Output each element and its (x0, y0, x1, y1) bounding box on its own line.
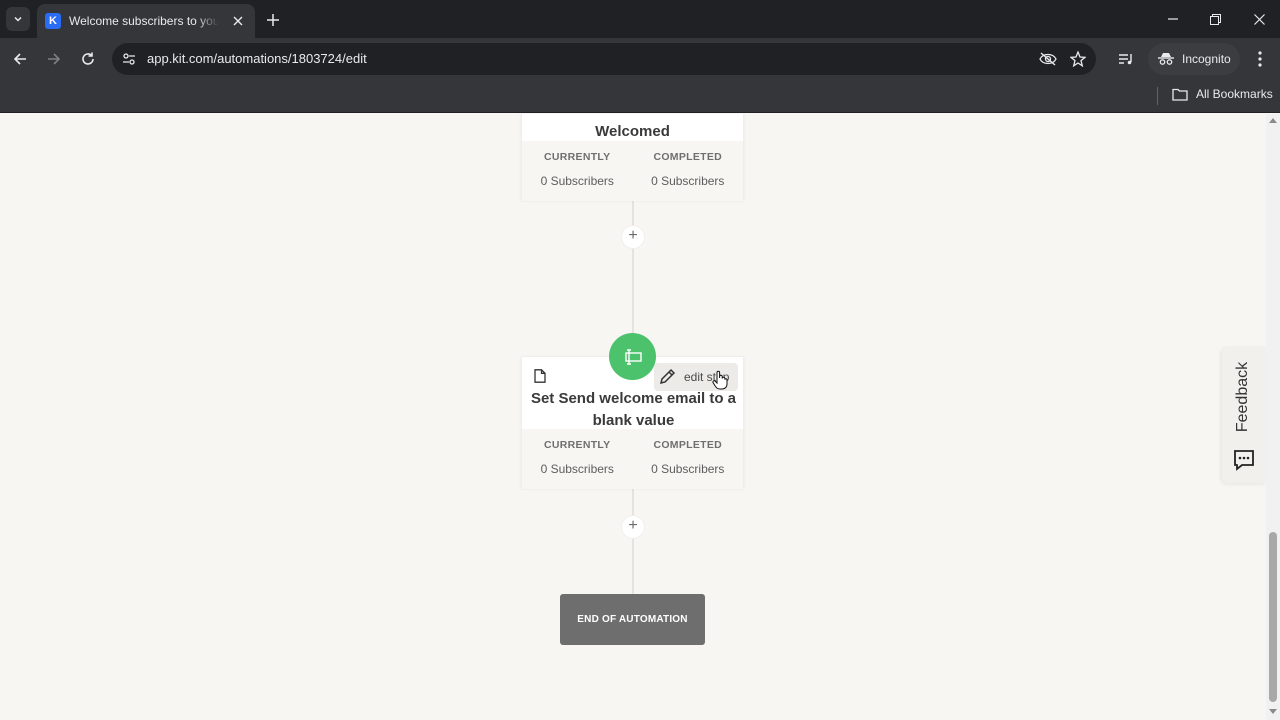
automation-canvas[interactable]: Welcomed CURRENTLY 0 Subscribers COMPLET… (0, 114, 1266, 720)
close-icon (233, 16, 243, 26)
media-controls-button[interactable] (1114, 47, 1138, 71)
completed-label: COMPLETED (653, 439, 723, 451)
browser-tab[interactable]: K Welcome subscribers to your p (37, 4, 255, 38)
back-button[interactable] (8, 47, 32, 71)
completed-stat: COMPLETED 0 Subscribers (633, 141, 744, 201)
restore-button[interactable] (1200, 8, 1230, 30)
bookmarks-divider (1157, 87, 1158, 105)
currently-value: 0 Subscribers (540, 174, 614, 188)
minimize-button[interactable] (1158, 8, 1188, 30)
hand-cursor-icon (712, 370, 728, 390)
media-queue-icon (1119, 54, 1132, 65)
window-close-button[interactable] (1244, 8, 1274, 30)
site-settings-icon (123, 53, 135, 65)
incognito-icon (1158, 53, 1174, 65)
currently-value: 0 Subscribers (540, 462, 614, 476)
tab-close-button[interactable] (229, 13, 247, 29)
add-step-button[interactable]: + (622, 226, 644, 248)
end-of-automation-node: END OF AUTOMATION (560, 594, 705, 645)
more-vertical-icon (1258, 51, 1262, 67)
all-bookmarks-button[interactable]: All Bookmarks (1172, 87, 1273, 101)
kit-favicon: K (45, 13, 61, 29)
incognito-indicator[interactable]: Incognito (1148, 43, 1240, 75)
reload-icon (82, 52, 94, 65)
completed-label: COMPLETED (653, 151, 723, 163)
url-text[interactable]: app.kit.com/automations/1803724/edit (147, 51, 367, 66)
completed-value: 0 Subscribers (651, 174, 725, 188)
tab-title: Welcome subscribers to your p (69, 14, 219, 28)
feedback-label: Feedback (1234, 361, 1251, 433)
currently-stat: CURRENTLY 0 Subscribers (522, 429, 633, 489)
step-title: Welcomed (595, 123, 670, 140)
tab-search-button[interactable] (6, 7, 30, 31)
scroll-up-arrow-icon[interactable] (1269, 118, 1277, 123)
currently-label: CURRENTLY (544, 439, 611, 451)
document-icon (534, 369, 546, 383)
reload-button[interactable] (76, 47, 100, 71)
welcomed-step-card[interactable]: Welcomed CURRENTLY 0 Subscribers COMPLET… (521, 114, 744, 201)
pencil-icon (659, 368, 676, 385)
custom-field-action-badge (609, 333, 656, 380)
eye-off-icon (1039, 52, 1057, 66)
address-bar[interactable]: app.kit.com/automations/1803724/edit (112, 43, 1096, 75)
window-close-icon (1253, 13, 1265, 25)
forward-arrow-icon (48, 53, 61, 65)
chevron-down-icon (14, 16, 22, 22)
completed-value: 0 Subscribers (651, 462, 725, 476)
completed-stat: COMPLETED 0 Subscribers (633, 429, 744, 489)
minimize-icon (1168, 18, 1178, 20)
restore-icon (1209, 13, 1221, 25)
scroll-down-arrow-icon[interactable] (1269, 709, 1277, 714)
custom-field-icon (624, 348, 642, 365)
step-title: Set Send welcome email to a blank value (530, 390, 737, 429)
currently-label: CURRENTLY (544, 151, 611, 163)
browser-tabstrip: K Welcome subscribers to your p (0, 0, 1280, 38)
scroll-thumb[interactable] (1269, 532, 1277, 702)
new-tab-button[interactable] (262, 9, 284, 31)
feedback-label-wrap: Feedback (1231, 357, 1255, 437)
step-stats: CURRENTLY 0 Subscribers COMPLETED 0 Subs… (522, 141, 743, 201)
site-info-button[interactable] (120, 50, 138, 68)
chat-bubble-icon (1234, 450, 1254, 471)
incognito-label: Incognito (1182, 52, 1231, 66)
forward-button[interactable] (42, 47, 66, 71)
bookmark-star-button[interactable] (1069, 50, 1087, 68)
browser-menu-button[interactable] (1250, 47, 1270, 71)
add-step-button[interactable]: + (622, 516, 644, 538)
bookmarks-bar: All Bookmarks (0, 80, 1280, 113)
currently-stat: CURRENTLY 0 Subscribers (522, 141, 633, 201)
step-stats: CURRENTLY 0 Subscribers COMPLETED 0 Subs… (522, 429, 743, 489)
back-arrow-icon (13, 53, 26, 65)
tracking-protection-button[interactable] (1039, 50, 1057, 68)
all-bookmarks-label: All Bookmarks (1196, 87, 1273, 101)
folder-icon (1172, 88, 1188, 101)
plus-icon (267, 14, 279, 26)
feedback-tab[interactable]: Feedback (1222, 347, 1266, 483)
browser-toolbar: app.kit.com/automations/1803724/edit Inc… (0, 38, 1280, 80)
star-icon (1070, 51, 1086, 67)
page-scrollbar[interactable] (1266, 114, 1280, 720)
